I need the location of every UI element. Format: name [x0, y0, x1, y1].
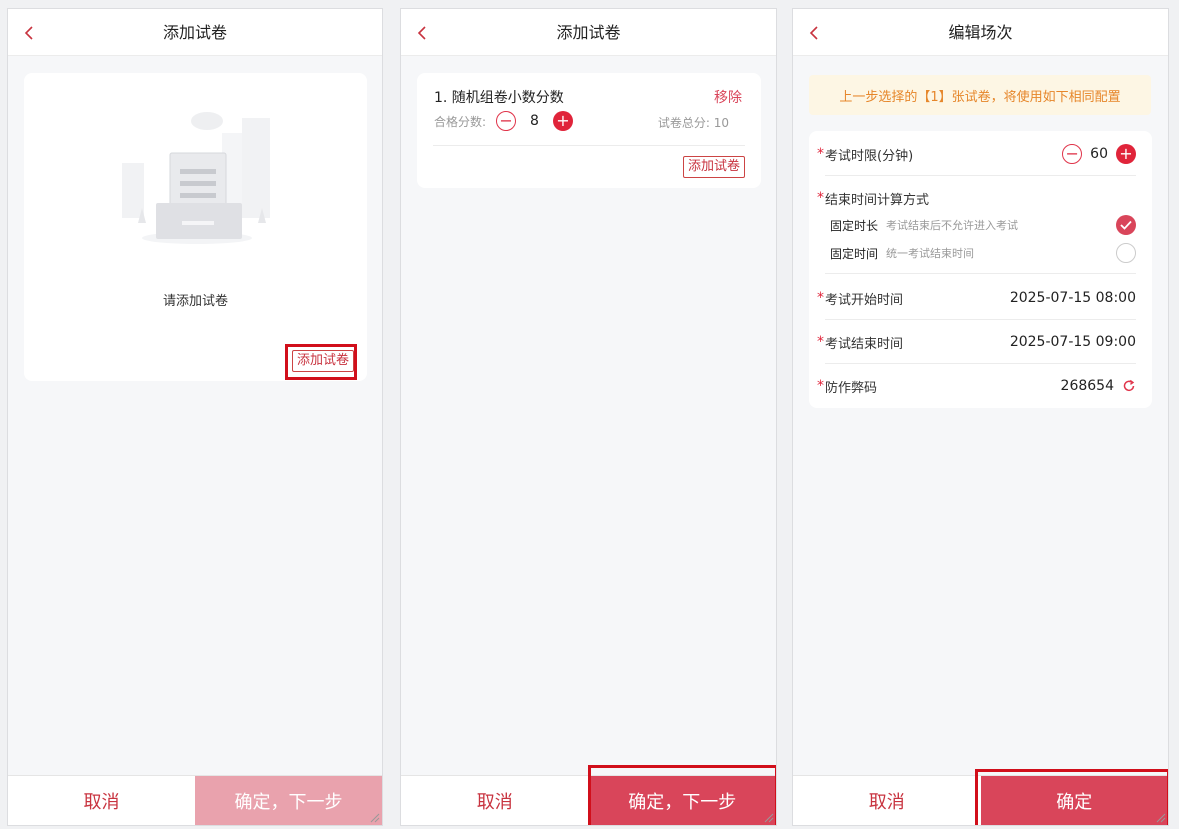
- required-mark: *: [817, 334, 824, 350]
- end-calc-label: 结束时间计算方式: [825, 192, 930, 208]
- highlight-box: [975, 769, 1168, 825]
- page-title: 添加试卷: [162, 23, 227, 42]
- notice-text: 上一步选择的【1】张试卷，将使用如下相同配置: [839, 89, 1121, 105]
- option-fixed-time[interactable]: 固定时间 统一考试结束时间: [830, 241, 1136, 265]
- pass-score-row: 合格分数: − 8 +: [434, 111, 573, 131]
- end-time-value: 2025-07-15 09:00: [1009, 334, 1136, 350]
- notice-banner: 上一步选择的【1】张试卷，将使用如下相同配置: [809, 75, 1151, 115]
- plus-icon[interactable]: +: [552, 111, 573, 131]
- refresh-icon[interactable]: [1122, 379, 1136, 393]
- paper-card: 1. 随机组卷小数分数 移除 合格分数: − 8 + 试卷总分: 10 添加试卷: [417, 73, 761, 188]
- cancel-button[interactable]: 取消: [793, 776, 981, 825]
- minus-icon[interactable]: −: [1062, 144, 1083, 164]
- option2-desc: 统一考试结束时间: [886, 247, 975, 260]
- required-mark: *: [817, 290, 824, 306]
- end-calc-row: * 结束时间计算方式: [817, 187, 1136, 209]
- minus-icon[interactable]: −: [496, 111, 517, 131]
- highlight-box: [588, 765, 776, 825]
- panel-add-paper-empty: 添加试卷 请添加试卷 添加试卷 取消 确定，下一步: [7, 8, 383, 826]
- start-time-value: 2025-07-15 08:00: [1009, 290, 1136, 306]
- end-time-label: 考试结束时间: [825, 336, 904, 352]
- option1-desc: 考试结束后不允许进入考试: [886, 219, 1019, 232]
- settings-card: * 考试时限(分钟) − 60 + * 结束时间计算方式 固定时长 考试结束后不…: [809, 131, 1152, 408]
- footer: 取消 确定，下一步: [8, 775, 382, 825]
- paper-title: 1. 随机组卷小数分数: [434, 90, 564, 106]
- plus-icon[interactable]: +: [1116, 144, 1136, 164]
- divider: [825, 273, 1136, 274]
- page-title: 添加试卷: [556, 23, 621, 42]
- duration-row: * 考试时限(分钟) − 60 +: [817, 143, 1136, 165]
- checkmark-icon[interactable]: [1116, 215, 1136, 235]
- divider: [825, 319, 1136, 320]
- panel-edit-session: 编辑场次 上一步选择的【1】张试卷，将使用如下相同配置 * 考试时限(分钟) −…: [792, 8, 1169, 826]
- pass-score-value: 8: [530, 113, 539, 129]
- header: 添加试卷: [401, 9, 776, 56]
- confirm-next-button[interactable]: 确定，下一步: [195, 776, 382, 825]
- duration-label: 考试时限(分钟): [825, 148, 914, 164]
- empty-document-illustration: [122, 112, 270, 244]
- pass-score-label: 合格分数:: [434, 114, 487, 129]
- duration-value: 60: [1090, 146, 1108, 162]
- divider: [433, 145, 745, 146]
- remove-button[interactable]: 移除: [714, 87, 742, 107]
- required-mark: *: [817, 146, 824, 162]
- confirm-next-label: 确定，下一步: [234, 791, 343, 813]
- panel-add-paper-filled: 添加试卷 1. 随机组卷小数分数 移除 合格分数: − 8 + 试卷总分: 10…: [400, 8, 777, 826]
- empty-text: 请添加试卷: [162, 294, 228, 309]
- required-mark: *: [817, 190, 824, 206]
- back-chevron-icon[interactable]: [24, 9, 48, 56]
- divider: [825, 175, 1136, 176]
- empty-card: 请添加试卷 添加试卷: [24, 73, 367, 381]
- header: 添加试卷: [8, 9, 382, 56]
- back-chevron-icon[interactable]: [809, 9, 833, 56]
- page-title: 编辑场次: [948, 23, 1013, 42]
- back-chevron-icon[interactable]: [417, 9, 441, 56]
- divider: [825, 363, 1136, 364]
- anti-cheat-label: 防作弊码: [825, 380, 878, 396]
- required-mark: *: [817, 378, 824, 394]
- add-paper-button[interactable]: 添加试卷: [682, 156, 745, 178]
- total-score: 试卷总分: 10: [657, 116, 729, 130]
- resize-grip-icon: [370, 813, 380, 823]
- end-time-row[interactable]: * 考试结束时间 2025-07-15 09:00: [817, 331, 1136, 353]
- header: 编辑场次: [793, 9, 1168, 56]
- anti-cheat-row: * 防作弊码 268654: [817, 375, 1136, 397]
- option2-label: 固定时间: [830, 246, 879, 261]
- start-time-row[interactable]: * 考试开始时间 2025-07-15 08:00: [817, 287, 1136, 309]
- radio-empty-icon[interactable]: [1116, 243, 1136, 263]
- cancel-button[interactable]: 取消: [401, 776, 589, 825]
- highlight-box: [285, 344, 357, 380]
- start-time-label: 考试开始时间: [825, 292, 904, 308]
- cancel-button[interactable]: 取消: [8, 776, 195, 825]
- option-fixed-duration[interactable]: 固定时长 考试结束后不允许进入考试: [830, 213, 1136, 237]
- option1-label: 固定时长: [830, 218, 879, 233]
- anti-cheat-value: 268654: [1060, 378, 1114, 394]
